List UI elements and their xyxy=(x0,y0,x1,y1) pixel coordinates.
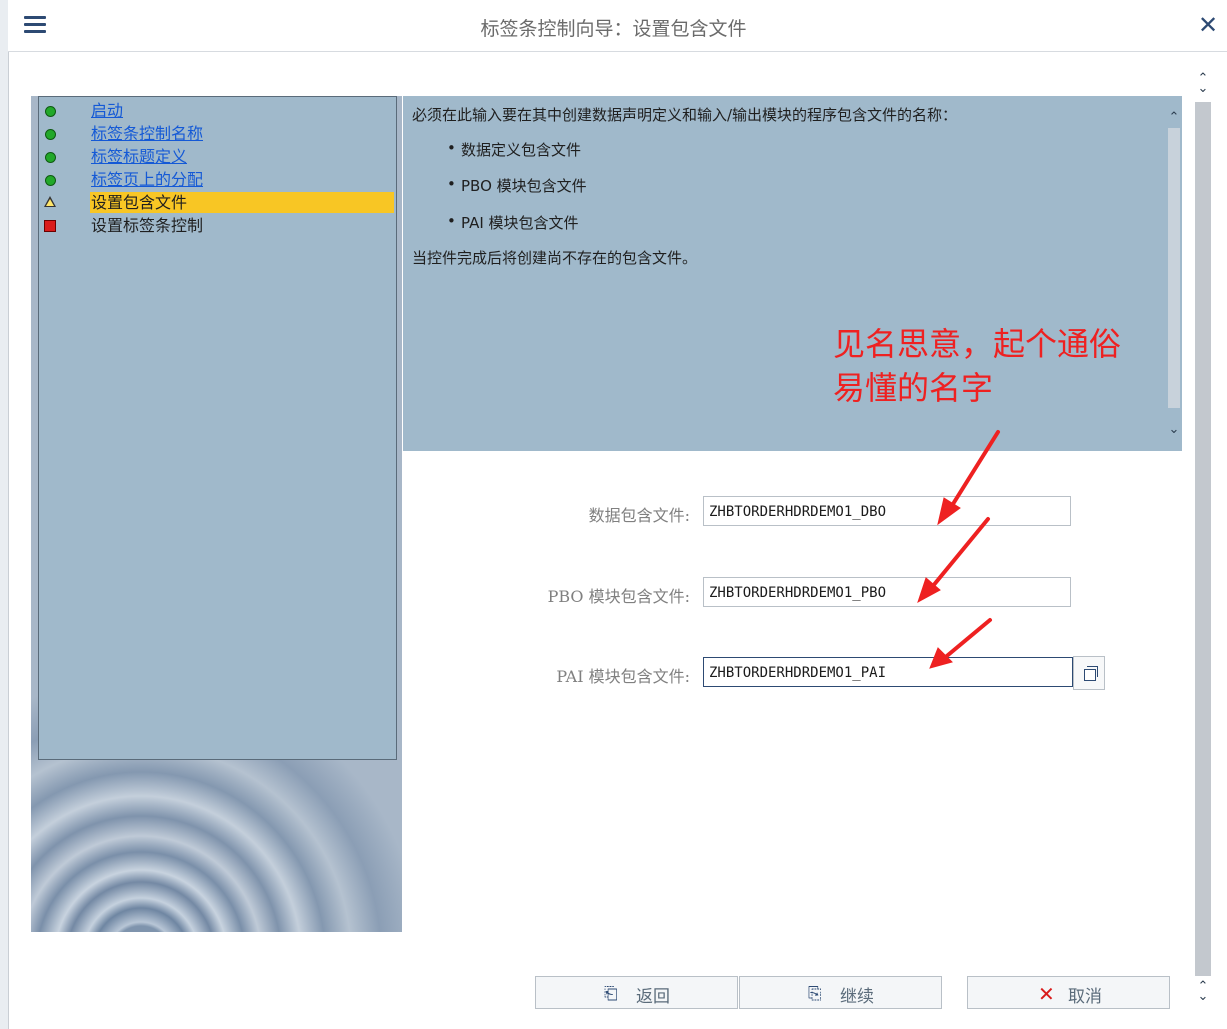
scroll-track[interactable] xyxy=(1195,102,1211,976)
scroll-down-icon[interactable]: ⌃ ⌄ xyxy=(1195,980,1211,1003)
annotation-arrow xyxy=(940,618,992,662)
annotation-arrow xyxy=(926,517,990,594)
forward-arrow-icon: ⎘ xyxy=(808,984,822,1004)
annotation-arrow xyxy=(946,430,1000,514)
annotation-arrow-head xyxy=(937,497,961,526)
annotation-arrow-head xyxy=(929,647,953,669)
scroll-up-icon[interactable]: ⌃ ⌄ xyxy=(1195,72,1211,95)
back-arrow-icon: ⎗ xyxy=(604,984,618,1004)
continue-button[interactable]: ⎘ 继续 xyxy=(739,976,942,1009)
back-button[interactable]: ⎗ 返回 xyxy=(535,976,738,1009)
cancel-button[interactable]: ✕ 取消 xyxy=(967,976,1170,1009)
annotation-arrows xyxy=(917,430,1000,669)
cancel-x-icon: ✕ xyxy=(1038,982,1055,1006)
main-scrollbar[interactable]: ⌃ ⌄ ⌃ ⌄ xyxy=(1195,70,1211,1010)
